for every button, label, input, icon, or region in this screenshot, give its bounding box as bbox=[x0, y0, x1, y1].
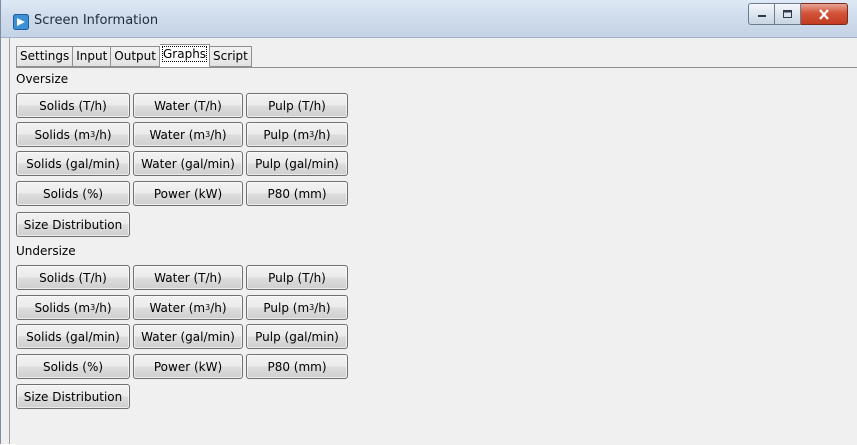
undersize-solids-th-button[interactable]: Solids (T/h) bbox=[16, 265, 130, 290]
tab-input[interactable]: Input bbox=[73, 46, 112, 67]
label-text: Solids (m bbox=[34, 300, 91, 315]
window-content: Settings Input Output Graphs Script Over… bbox=[9, 38, 857, 445]
label-suffix: /h) bbox=[210, 127, 227, 142]
tab-graphs[interactable]: Graphs bbox=[159, 44, 211, 67]
oversize-pulp-galmin-button[interactable]: Pulp (gal/min) bbox=[246, 151, 348, 176]
tab-settings-label: Settings bbox=[20, 49, 70, 63]
undersize-pulp-m3h-button[interactable]: Pulp (m 3/h) bbox=[246, 295, 348, 320]
close-button[interactable] bbox=[801, 3, 848, 25]
oversize-water-th-button[interactable]: Water (T/h) bbox=[133, 93, 243, 118]
oversize-p80-mm-button[interactable]: P80 (mm) bbox=[246, 181, 348, 206]
tab-settings[interactable]: Settings bbox=[16, 46, 74, 67]
app-icon bbox=[13, 14, 29, 30]
close-icon bbox=[819, 8, 829, 20]
caption-buttons bbox=[748, 3, 848, 25]
maximize-button[interactable] bbox=[775, 3, 801, 25]
undersize-pulp-th-button[interactable]: Pulp (T/h) bbox=[246, 265, 348, 290]
oversize-pulp-m3h-button[interactable]: Pulp (m 3/h) bbox=[246, 122, 348, 147]
undersize-water-galmin-button[interactable]: Water (gal/min) bbox=[133, 324, 243, 349]
undersize-solids-galmin-button[interactable]: Solids (gal/min) bbox=[16, 324, 130, 349]
undersize-water-m3h-button[interactable]: Water (m 3/h) bbox=[133, 295, 243, 320]
undersize-label: Undersize bbox=[16, 244, 76, 258]
oversize-label: Oversize bbox=[16, 72, 69, 86]
maximize-icon bbox=[783, 10, 792, 18]
oversize-solids-m3h-button[interactable]: Solids (m 3/h) bbox=[16, 122, 130, 147]
undersize-p80-mm-button[interactable]: P80 (mm) bbox=[246, 354, 348, 379]
oversize-solids-galmin-button[interactable]: Solids (gal/min) bbox=[16, 151, 130, 176]
label-suffix: /h) bbox=[314, 300, 331, 315]
label-suffix: /h) bbox=[314, 127, 331, 142]
minimize-icon bbox=[757, 15, 766, 17]
oversize-power-kw-button[interactable]: Power (kW) bbox=[133, 181, 243, 206]
tab-output[interactable]: Output bbox=[111, 46, 160, 67]
tab-strip: Settings Input Output Graphs Script bbox=[16, 44, 252, 67]
undersize-power-kw-button[interactable]: Power (kW) bbox=[133, 354, 243, 379]
tab-input-label: Input bbox=[76, 49, 108, 63]
undersize-solids-percent-button[interactable]: Solids (%) bbox=[16, 354, 130, 379]
undersize-pulp-galmin-button[interactable]: Pulp (gal/min) bbox=[246, 324, 348, 349]
window-title: Screen Information bbox=[34, 13, 159, 28]
undersize-size-distribution-button[interactable]: Size Distribution bbox=[16, 384, 130, 409]
oversize-water-m3h-button[interactable]: Water (m 3/h) bbox=[133, 122, 243, 147]
screen-information-window: Screen Information Settings Input Output… bbox=[0, 0, 857, 445]
oversize-water-galmin-button[interactable]: Water (gal/min) bbox=[133, 151, 243, 176]
oversize-pulp-th-button[interactable]: Pulp (T/h) bbox=[246, 93, 348, 118]
label-suffix: /h) bbox=[95, 300, 112, 315]
tab-output-label: Output bbox=[114, 49, 156, 63]
label-suffix: /h) bbox=[95, 127, 112, 142]
title-bar[interactable]: Screen Information bbox=[1, 0, 857, 38]
tab-graphs-label: Graphs bbox=[161, 46, 208, 62]
minimize-button[interactable] bbox=[748, 3, 775, 25]
label-suffix: /h) bbox=[210, 300, 227, 315]
tab-script-label: Script bbox=[213, 49, 248, 63]
oversize-solids-percent-button[interactable]: Solids (%) bbox=[16, 181, 130, 206]
tab-script[interactable]: Script bbox=[210, 46, 252, 67]
label-text: Water (m bbox=[149, 300, 206, 315]
label-text: Water (m bbox=[149, 127, 206, 142]
label-text: Pulp (m bbox=[263, 300, 310, 315]
oversize-size-distribution-button[interactable]: Size Distribution bbox=[16, 212, 130, 237]
undersize-water-th-button[interactable]: Water (T/h) bbox=[133, 265, 243, 290]
graphs-panel: Oversize Solids (T/h) Water (T/h) Pulp (… bbox=[16, 67, 857, 445]
undersize-solids-m3h-button[interactable]: Solids (m 3/h) bbox=[16, 295, 130, 320]
label-text: Pulp (m bbox=[263, 127, 310, 142]
label-text: Solids (m bbox=[34, 127, 91, 142]
oversize-solids-th-button[interactable]: Solids (T/h) bbox=[16, 93, 130, 118]
